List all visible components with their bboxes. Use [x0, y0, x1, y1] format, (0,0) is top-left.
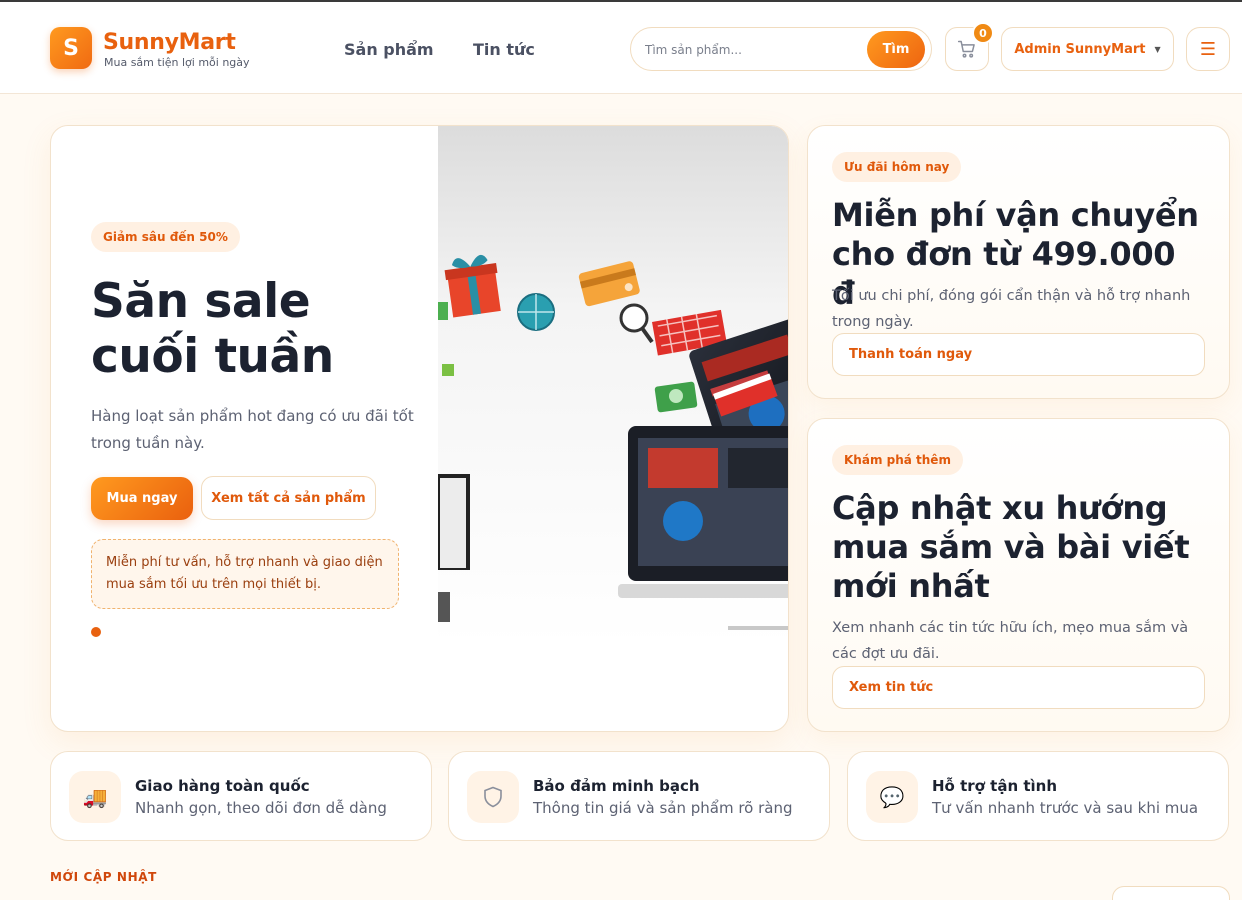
- hero-info-note: Miễn phí tư vấn, hỗ trợ nhanh và giao di…: [91, 539, 399, 609]
- hero-title: Săn sale cuối tuần: [91, 274, 334, 384]
- promo-badge: Ưu đãi hôm nay: [832, 152, 962, 182]
- promo-title: Cập nhật xu hướng mua sắm và bài viết mớ…: [832, 489, 1190, 605]
- view-news-button[interactable]: Xem tin tức: [832, 666, 1205, 709]
- chevron-down-icon: ▼: [1154, 44, 1161, 54]
- promo-card-shipping: Ưu đãi hôm nay Miễn phí vận chuyển cho đ…: [807, 125, 1230, 399]
- feature-title: Giao hàng toàn quốc: [135, 777, 310, 795]
- user-menu-button[interactable]: Admin SunnyMart ▼: [1001, 27, 1174, 71]
- feature-subtitle: Thông tin giá và sản phẩm rõ ràng: [533, 799, 793, 817]
- user-name-label: Admin SunnyMart: [1014, 41, 1146, 57]
- hero-description: Hàng loạt sản phẩm hot đang có ưu đãi tố…: [91, 407, 414, 452]
- feature-card-transparency: Bảo đảm minh bạch Thông tin giá và sản p…: [448, 751, 830, 841]
- promo-description: Tối ưu chi phí, đóng gói cẩn thận và hỗ …: [832, 288, 1191, 330]
- hamburger-icon: ☰: [1199, 38, 1217, 60]
- buy-now-button[interactable]: Mua ngay: [91, 477, 193, 520]
- carousel-dot-active[interactable]: [91, 627, 101, 637]
- cart-count-badge: 0: [972, 22, 994, 44]
- search-button[interactable]: Tìm: [867, 31, 925, 68]
- chat-bubble-icon: 💬: [866, 771, 918, 823]
- checkout-now-button[interactable]: Thanh toán ngay: [832, 333, 1205, 376]
- truck-icon: 🚚: [69, 771, 121, 823]
- cart-icon: [957, 40, 975, 58]
- promo-badge: Khám phá thêm: [832, 445, 963, 475]
- feature-card-support: 💬 Hỗ trợ tận tình Tư vấn nhanh trước và …: [847, 751, 1229, 841]
- shield-icon: [467, 771, 519, 823]
- hero-banner: Giảm sâu đến 50% Săn sale cuối tuần Hàng…: [50, 125, 789, 732]
- feature-card-shipping: 🚚 Giao hàng toàn quốc Nhanh gọn, theo dõ…: [50, 751, 432, 841]
- feature-title: Bảo đảm minh bạch: [533, 777, 700, 795]
- feature-title: Hỗ trợ tận tình: [932, 777, 1058, 795]
- section-action-chip[interactable]: [1112, 886, 1230, 900]
- site-header: S SunnyMart Mua sắm tiện lợi mỗi ngày Sả…: [0, 2, 1242, 94]
- view-all-products-button[interactable]: Xem tất cả sản phẩm: [201, 476, 376, 520]
- hero-discount-badge: Giảm sâu đến 50%: [91, 222, 240, 252]
- nav-link-news[interactable]: Tin tức: [473, 40, 535, 59]
- brand-tagline: Mua sắm tiện lợi mỗi ngày: [104, 56, 250, 69]
- search-bar: Tìm: [630, 27, 932, 71]
- hamburger-menu-button[interactable]: ☰: [1186, 27, 1230, 71]
- promo-description: Xem nhanh các tin tức hữu ích, mẹo mua s…: [832, 620, 1189, 662]
- search-input[interactable]: [645, 40, 855, 60]
- feature-subtitle: Tư vấn nhanh trước và sau khi mua: [932, 799, 1199, 817]
- promo-card-news: Khám phá thêm Cập nhật xu hướng mua sắm …: [807, 418, 1230, 732]
- feature-subtitle: Nhanh gọn, theo dõi đơn dễ dàng: [135, 799, 387, 817]
- brand-name[interactable]: SunnyMart: [103, 30, 236, 55]
- hero-ecommerce-illustration: [438, 126, 788, 646]
- nav-link-products[interactable]: Sản phẩm: [344, 40, 434, 59]
- section-heading-latest: MỚI CẬP NHẬT: [50, 870, 157, 884]
- logo-icon[interactable]: S: [50, 27, 92, 69]
